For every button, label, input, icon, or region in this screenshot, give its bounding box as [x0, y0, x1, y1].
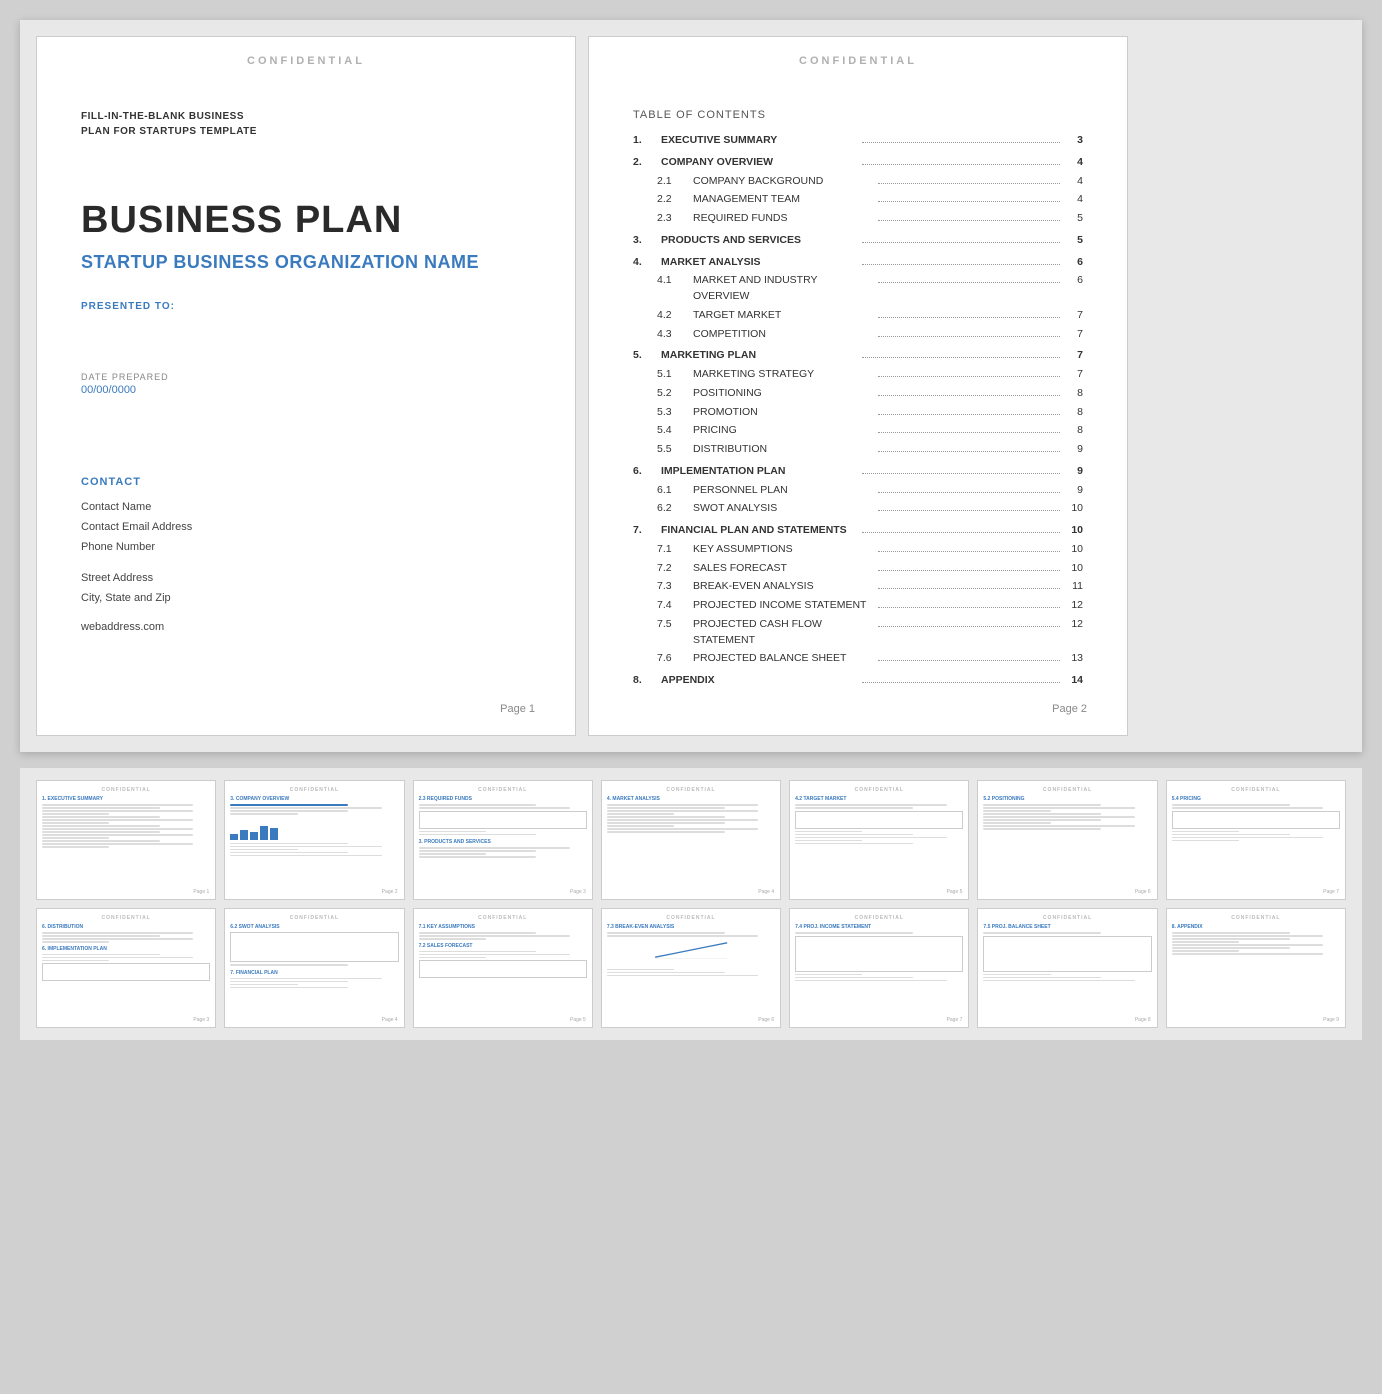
- page2-confidential-label: CONFIDENTIAL: [799, 55, 917, 67]
- page1-date-value: 00/00/0000: [81, 384, 531, 396]
- thumb-1: CONFIDENTIAL 1. EXECUTIVE SUMMARY Page 1: [36, 780, 216, 900]
- toc-item: 7.4PROJECTED INCOME STATEMENT12: [633, 598, 1083, 614]
- page1-contact-info: Contact Name Contact Email Address Phone…: [81, 498, 531, 557]
- page-1: CONFIDENTIAL FILL-IN-THE-BLANK BUSINESSP…: [36, 36, 576, 736]
- thumb-8: CONFIDENTIAL 6. DISTRIBUTION 6. IMPLEMEN…: [36, 908, 216, 1028]
- thumb-12: CONFIDENTIAL 7.4 PROJ. INCOME STATEMENT …: [789, 908, 969, 1028]
- page1-number: Page 1: [500, 703, 535, 715]
- toc-item: 7.3BREAK-EVEN ANALYSIS11: [633, 579, 1083, 595]
- thumb-9: CONFIDENTIAL 6.2 SWOT ANALYSIS 7. FINANC…: [224, 908, 404, 1028]
- thumb-2: CONFIDENTIAL 3. COMPANY OVERVIEW Page 2: [224, 780, 404, 900]
- thumbnails-grid: CONFIDENTIAL 1. EXECUTIVE SUMMARY Page 1…: [36, 780, 1346, 1028]
- toc-item: 7.6PROJECTED BALANCE SHEET13: [633, 651, 1083, 667]
- thumb-10: CONFIDENTIAL 7.1 KEY ASSUMPTIONS 7.2 SAL…: [413, 908, 593, 1028]
- toc-item: 6.1PERSONNEL PLAN9: [633, 483, 1083, 499]
- toc-item: 5.2POSITIONING8: [633, 386, 1083, 402]
- thumbnails-section: CONFIDENTIAL 1. EXECUTIVE SUMMARY Page 1…: [20, 768, 1362, 1040]
- page1-contact-header: CONTACT: [81, 476, 531, 488]
- main-pages-container: CONFIDENTIAL FILL-IN-THE-BLANK BUSINESSP…: [20, 20, 1362, 752]
- toc-item: 8.APPENDIX14: [633, 673, 1083, 689]
- toc-item: 7.FINANCIAL PLAN AND STATEMENTS10: [633, 523, 1083, 539]
- contact-email: Contact Email Address: [81, 518, 531, 538]
- toc-item: 2.2MANAGEMENT TEAM4: [633, 192, 1083, 208]
- page1-header-title: FILL-IN-THE-BLANK BUSINESSPLAN FOR START…: [81, 109, 531, 139]
- contact-name: Contact Name: [81, 498, 531, 518]
- break-even-chart: [607, 941, 775, 959]
- thumb-7: CONFIDENTIAL 5.4 PRICING Page 7: [1166, 780, 1346, 900]
- toc-item: 5.5DISTRIBUTION9: [633, 442, 1083, 458]
- thumb-11: CONFIDENTIAL 7.3 BREAK-EVEN ANALYSIS Pag…: [601, 908, 781, 1028]
- page1-website: webaddress.com: [81, 621, 531, 633]
- page-2: CONFIDENTIAL TABLE OF CONTENTS 1.EXECUTI…: [588, 36, 1128, 736]
- page2-number: Page 2: [1052, 703, 1087, 715]
- thumb-5: CONFIDENTIAL 4.2 TARGET MARKET Page 5: [789, 780, 969, 900]
- thumb-13: CONFIDENTIAL 7.5 PROJ. BALANCE SHEET Pag…: [977, 908, 1157, 1028]
- toc-item: 3.PRODUCTS AND SERVICES5: [633, 233, 1083, 249]
- toc-item: 5.3PROMOTION8: [633, 405, 1083, 421]
- page1-header: FILL-IN-THE-BLANK BUSINESSPLAN FOR START…: [81, 109, 531, 139]
- toc-item: 1.EXECUTIVE SUMMARY3: [633, 133, 1083, 149]
- toc-item: 2.1COMPANY BACKGROUND4: [633, 174, 1083, 190]
- thumb-6: CONFIDENTIAL 5.2 POSITIONING Page 6: [977, 780, 1157, 900]
- thumb-14: CONFIDENTIAL 8. APPENDIX Page 9: [1166, 908, 1346, 1028]
- toc-item: 4.3COMPETITION7: [633, 327, 1083, 343]
- toc-item: 4.MARKET ANALYSIS6: [633, 255, 1083, 271]
- toc-item: 6.2SWOT ANALYSIS10: [633, 501, 1083, 517]
- toc-item: 4.2TARGET MARKET7: [633, 308, 1083, 324]
- page1-confidential-label: CONFIDENTIAL: [247, 55, 365, 67]
- toc-item: 6.IMPLEMENTATION PLAN9: [633, 464, 1083, 480]
- toc-item: 2.3REQUIRED FUNDS5: [633, 211, 1083, 227]
- toc-item: 5.4PRICING8: [633, 423, 1083, 439]
- toc-item: 7.2SALES FORECAST10: [633, 561, 1083, 577]
- thumb-4: CONFIDENTIAL 4. MARKET ANALYSIS Page 4: [601, 780, 781, 900]
- toc-item: 5.1MARKETING STRATEGY7: [633, 367, 1083, 383]
- toc-item: 7.1KEY ASSUMPTIONS10: [633, 542, 1083, 558]
- toc-item: 2.COMPANY OVERVIEW4: [633, 155, 1083, 171]
- address-city: City, State and Zip: [81, 589, 531, 609]
- toc-item: 4.1MARKET AND INDUSTRY OVERVIEW6: [633, 273, 1083, 305]
- toc-item: 5.MARKETING PLAN7: [633, 348, 1083, 364]
- page1-org-name: STARTUP BUSINESS ORGANIZATION NAME: [81, 252, 531, 273]
- page1-presented-label: PRESENTED TO:: [81, 301, 531, 312]
- toc-list: 1.EXECUTIVE SUMMARY3 2.COMPANY OVERVIEW4 2…: [633, 133, 1083, 689]
- toc-title: TABLE OF CONTENTS: [633, 109, 1083, 121]
- page1-main-title: BUSINESS PLAN: [81, 199, 531, 242]
- toc-item: 7.5PROJECTED CASH FLOW STATEMENT12: [633, 617, 1083, 649]
- thumb-3: CONFIDENTIAL 2.3 REQUIRED FUNDS 3. PRODU…: [413, 780, 593, 900]
- page1-address: Street Address City, State and Zip: [81, 569, 531, 609]
- address-street: Street Address: [81, 569, 531, 589]
- contact-phone: Phone Number: [81, 538, 531, 558]
- page1-date-label: DATE PREPARED: [81, 372, 531, 382]
